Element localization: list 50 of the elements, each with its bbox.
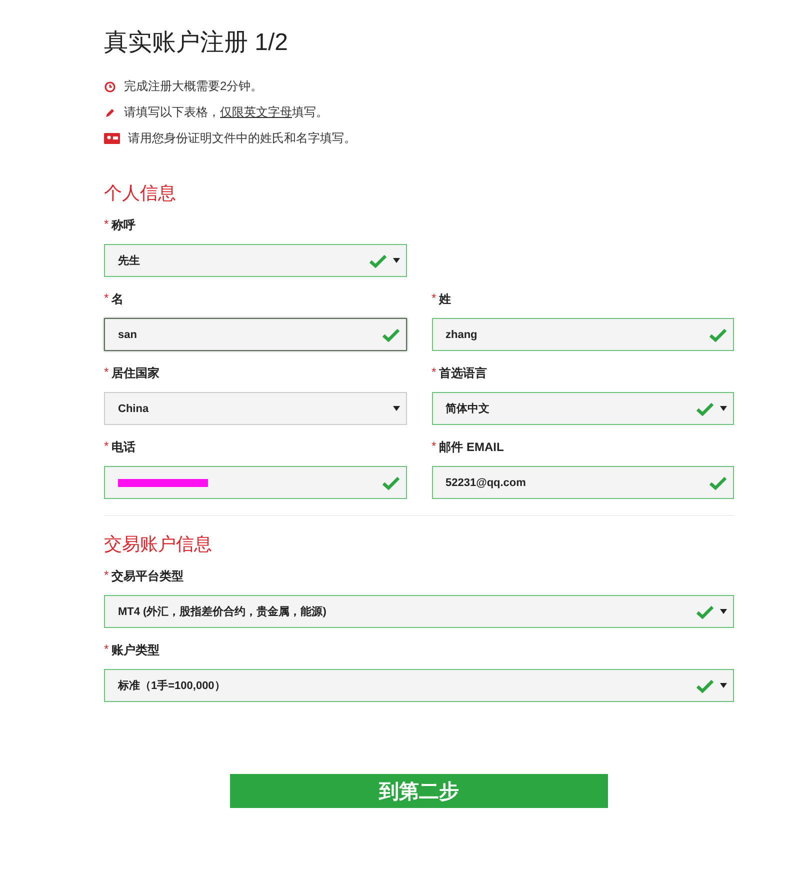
- input-field[interactable]: san: [104, 318, 406, 351]
- required-mark: *: [432, 291, 436, 307]
- section-title: 交易账户信息: [104, 533, 213, 556]
- required-mark: *: [104, 439, 109, 455]
- required-mark: *: [432, 365, 436, 381]
- pencil-icon: [104, 106, 116, 118]
- section-title: 个人信息: [104, 182, 177, 205]
- field-label: 名: [112, 291, 124, 308]
- checkmark-icon: [696, 604, 714, 618]
- field-label: 账户类型: [112, 642, 160, 659]
- select-field[interactable]: 简体中文: [432, 392, 734, 425]
- id-card-icon: [104, 133, 120, 144]
- caret-icon: [720, 683, 727, 688]
- field-label: 姓: [439, 291, 452, 308]
- required-mark: *: [104, 642, 109, 658]
- note-text: 请填写以下表格，仅限英文字母填写。: [124, 104, 328, 121]
- select-field[interactable]: MT4 (外汇，股指差价合约，贵金属，能源): [104, 595, 734, 628]
- caret-icon: [720, 609, 727, 614]
- checkmark-icon: [382, 328, 400, 342]
- field-label: 居住国家: [112, 365, 160, 382]
- caret-icon: [392, 406, 400, 411]
- note-text: 完成注册大概需要2分钟。: [124, 78, 263, 95]
- caret-icon: [392, 258, 400, 263]
- field-label: 称呼: [112, 217, 136, 234]
- input-field[interactable]: zhang: [432, 318, 734, 351]
- required-mark: *: [104, 291, 109, 307]
- field-label: 交易平台类型: [112, 568, 184, 585]
- field-label: 首选语言: [439, 365, 488, 382]
- select-field[interactable]: 先生: [104, 244, 406, 277]
- input-field[interactable]: 52231@qq.com: [432, 466, 734, 499]
- page-title: 真实账户注册 1/2: [104, 28, 290, 58]
- checkmark-icon: [382, 476, 400, 490]
- checkmark-icon: [709, 328, 727, 342]
- required-mark: *: [104, 365, 109, 381]
- required-mark: *: [432, 439, 436, 455]
- input-field[interactable]: [104, 466, 406, 499]
- select-field[interactable]: 标准（1手=100,000）: [104, 669, 734, 702]
- checkmark-icon: [696, 678, 714, 692]
- caret-icon: [720, 406, 727, 411]
- field-label: 电话: [112, 439, 136, 456]
- select-field[interactable]: China: [104, 392, 406, 425]
- note-text: 请用您身份证明文件中的姓氏和名字填写。: [128, 130, 356, 147]
- clock-icon: [104, 80, 116, 92]
- required-mark: *: [104, 568, 109, 584]
- field-label: 邮件 EMAIL: [439, 439, 504, 456]
- required-mark: *: [104, 217, 109, 233]
- checkmark-icon: [709, 476, 727, 490]
- note-link[interactable]: 仅限英文字母: [220, 105, 292, 119]
- checkmark-icon: [368, 254, 386, 268]
- checkmark-icon: [696, 402, 714, 416]
